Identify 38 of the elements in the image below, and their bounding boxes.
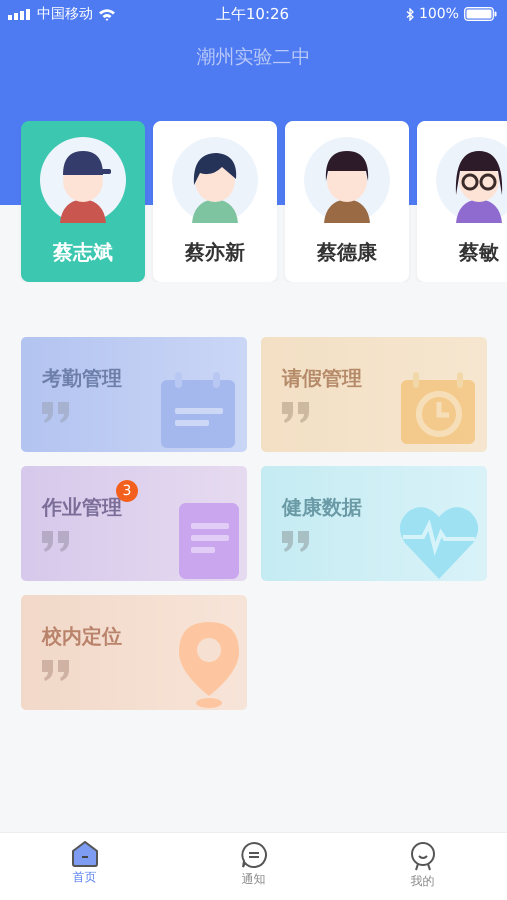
student-card[interactable]: 蔡志斌 xyxy=(21,121,145,282)
student-card[interactable]: 蔡敏 xyxy=(417,121,507,282)
quote-icon xyxy=(282,402,310,423)
tab-item[interactable]: 我的 xyxy=(338,833,507,900)
quote-icon xyxy=(42,660,70,681)
menu-title: 请假管理 xyxy=(282,365,362,392)
school-title: 潮州实验二中 xyxy=(196,45,312,70)
battery-icon xyxy=(464,7,497,21)
carrier-name: 中国移动 xyxy=(37,5,93,23)
battery-percent: 100% xyxy=(418,6,459,22)
menu-title: 健康数据 xyxy=(282,494,362,521)
menu-title: 考勤管理 xyxy=(42,365,122,392)
student-card[interactable]: 蔡亦新 xyxy=(153,121,277,282)
menu-tile[interactable]: 请假管理 xyxy=(261,337,487,452)
signal-icon xyxy=(8,8,32,20)
student-card[interactable]: 蔡德康 xyxy=(285,121,409,282)
avatar-icon xyxy=(304,137,390,223)
smiley-icon xyxy=(408,841,436,871)
wifi-icon xyxy=(98,8,116,20)
menu-tile[interactable]: 校内定位 xyxy=(21,595,247,710)
clock-time: 上午10:26 xyxy=(216,4,290,24)
chat-bubble-icon xyxy=(240,841,268,869)
menu-tile[interactable]: 健康数据 xyxy=(261,466,487,581)
quote-icon xyxy=(42,402,70,423)
menu-tile[interactable]: 考勤管理 xyxy=(21,337,247,452)
heartbeat-icon xyxy=(399,505,479,579)
avatar-icon xyxy=(436,137,507,223)
tab-item[interactable]: 首页 xyxy=(0,833,169,900)
quote-icon xyxy=(42,531,70,552)
document-icon xyxy=(179,503,239,579)
home-icon xyxy=(70,841,98,867)
location-pin-icon xyxy=(179,622,239,708)
quote-icon xyxy=(282,531,310,552)
menu-title: 校内定位 xyxy=(42,623,122,650)
avatar-icon xyxy=(40,137,126,223)
bluetooth-icon xyxy=(406,8,414,20)
avatar-icon xyxy=(172,137,258,223)
tab-item[interactable]: 通知 xyxy=(169,833,338,900)
